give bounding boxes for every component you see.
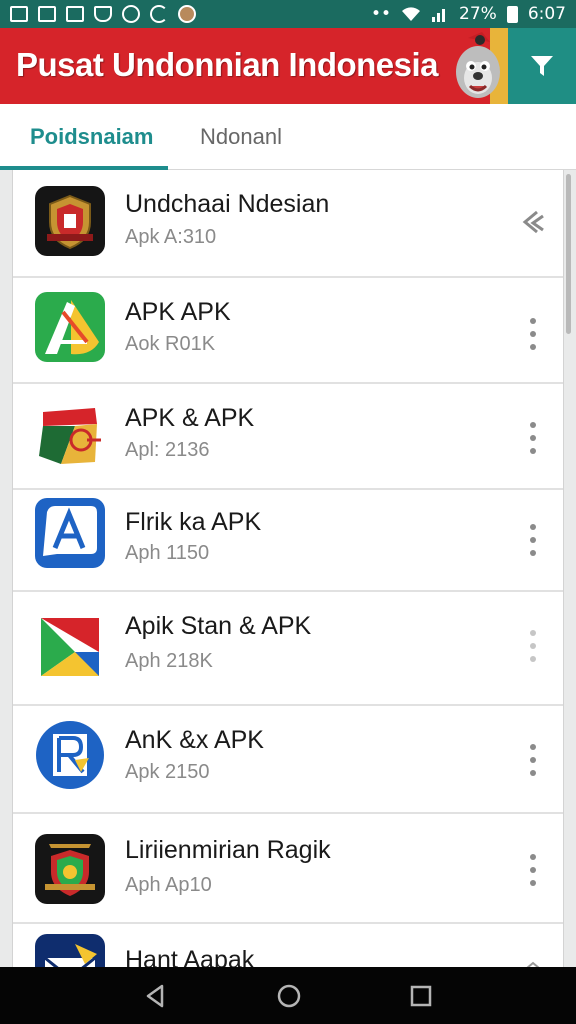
wifi-icon	[402, 7, 421, 21]
avatar-icon	[178, 5, 196, 23]
more-icon[interactable]	[521, 630, 545, 662]
sync-icon	[150, 5, 168, 23]
app-list: Undchaai Ndesian Apk A:310 APK APK Aok R…	[12, 170, 564, 967]
share-icon[interactable]	[515, 206, 549, 240]
triangle-logo-icon	[35, 292, 105, 362]
letter-a-icon	[35, 498, 105, 568]
chrome-icon	[122, 5, 140, 23]
list-item[interactable]: Flrik ka APK Aph 1150	[13, 490, 563, 592]
list-item[interactable]: Liriienmirian Ragik Aph Ap10	[13, 814, 563, 924]
image-icon	[66, 6, 84, 22]
more-icon[interactable]	[521, 744, 545, 776]
photo-icon	[38, 6, 56, 22]
status-right: •• 27% 6:07	[371, 4, 566, 24]
flag-emblem-icon	[35, 398, 105, 468]
app-name: Hant Aapak	[125, 946, 255, 967]
shield-crest-icon	[35, 186, 105, 256]
app-name: Apik Stan & APK	[125, 612, 312, 640]
list-item[interactable]: Undchaai Ndesian Apk A:310	[13, 170, 563, 278]
recents-icon[interactable]	[406, 981, 436, 1011]
filter-icon	[531, 56, 553, 76]
tab-active[interactable]: Poidsnaiam	[30, 124, 153, 150]
status-bar: •• 27% 6:07	[0, 0, 576, 28]
mail-icon	[35, 934, 105, 967]
app-name: AnK &x APK	[125, 726, 264, 754]
more-icon[interactable]	[521, 318, 545, 350]
app-meta: Aph 1150	[125, 542, 210, 564]
list-item[interactable]: Hant Aapak	[13, 924, 563, 967]
play-arrow-icon	[35, 612, 105, 682]
app-meta: Aph Ap10	[125, 874, 212, 896]
home-icon[interactable]	[274, 981, 304, 1011]
app-name: APK & APK	[125, 404, 255, 432]
app-name: Undchaai Ndesian	[125, 190, 330, 218]
list-item[interactable]: APK APK Aok R01K	[13, 278, 563, 384]
gallery-icon	[10, 6, 28, 22]
tab-bar: Poidsnaiam Ndonanl	[0, 104, 576, 170]
app-name: Liriienmirian Ragik	[125, 836, 331, 864]
tab-inactive[interactable]: Ndonanl	[200, 124, 282, 150]
list-item[interactable]: Apik Stan & APK Aph 218K	[13, 592, 563, 706]
cell-signal-icon	[432, 9, 446, 22]
navigation-bar	[0, 967, 576, 1024]
app-meta: Apk 2150	[125, 761, 210, 783]
app-meta: Apl: 2136	[125, 439, 210, 461]
filter-button[interactable]	[508, 28, 576, 104]
shield-icon	[94, 6, 112, 22]
battery-icon	[506, 5, 518, 23]
r-logo-icon	[35, 720, 105, 790]
app-meta: Aok R01K	[125, 333, 216, 355]
crest-icon	[35, 834, 105, 904]
battery-text: 27%	[459, 4, 497, 24]
scrollbar[interactable]	[566, 174, 571, 334]
list-item[interactable]: AnK &x APK Apk 2150	[13, 706, 563, 814]
app-meta: Apk A:310	[125, 226, 217, 248]
signal-dots-icon: ••	[370, 4, 392, 24]
more-icon[interactable]	[521, 422, 545, 454]
app-bar: Pusat Undonnian Indonesia	[0, 28, 576, 104]
back-icon[interactable]	[140, 981, 170, 1011]
mascot-icon	[456, 28, 510, 104]
more-icon[interactable]	[521, 854, 545, 886]
more-icon[interactable]	[525, 960, 541, 967]
app-title: Pusat Undonnian Indonesia	[16, 46, 439, 83]
more-icon[interactable]	[521, 524, 545, 556]
list-item[interactable]: APK & APK Apl: 2136	[13, 384, 563, 490]
clock: 6:07	[527, 4, 566, 24]
app-name: APK APK	[125, 298, 231, 326]
app-meta: Aph 218K	[125, 650, 213, 672]
notification-icons	[10, 5, 196, 23]
app-name: Flrik ka APK	[125, 508, 262, 536]
